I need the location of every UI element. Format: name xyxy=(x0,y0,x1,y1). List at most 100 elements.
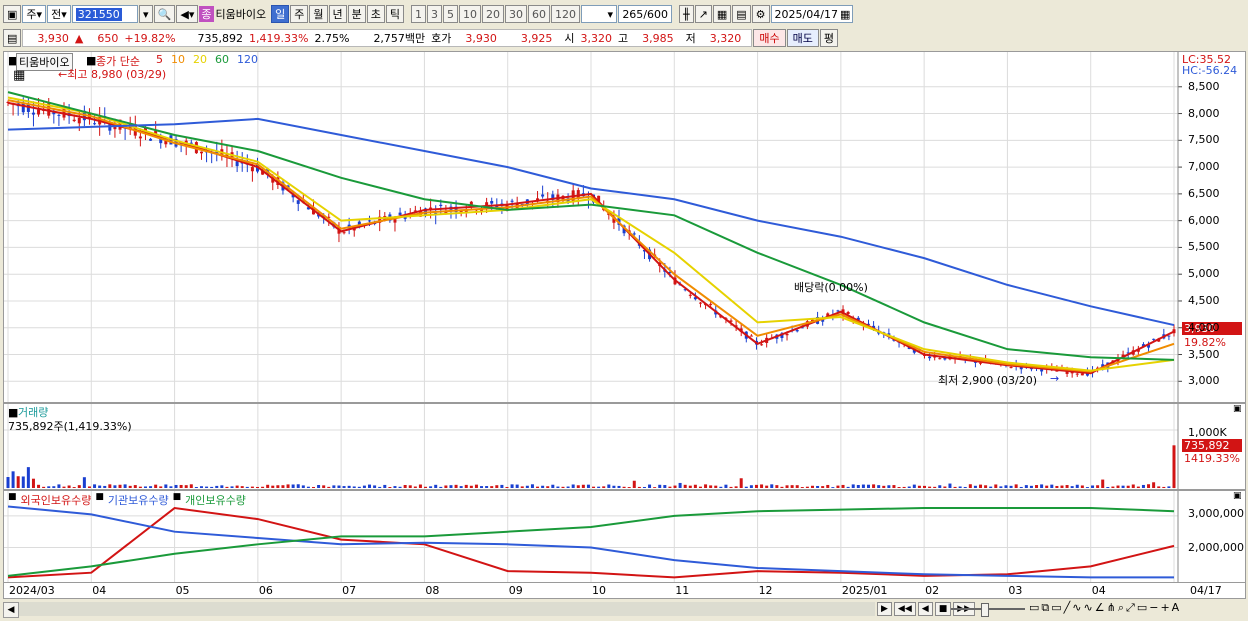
candle-body xyxy=(37,109,41,115)
search-icon[interactable]: ⌕ xyxy=(1118,601,1124,615)
scroll-left-icon[interactable]: ◀ xyxy=(3,602,19,618)
wave-icon[interactable]: ∿ xyxy=(1084,601,1093,615)
speaker-icon[interactable]: ◀▾ xyxy=(176,5,199,23)
volume-bar xyxy=(958,486,962,488)
zigzag-icon[interactable]: ∿ xyxy=(1072,601,1081,615)
window-icon[interactable]: ▣ xyxy=(3,5,22,23)
change-pct: +19.82% xyxy=(124,31,176,45)
tab-timeframe-0[interactable]: 일 xyxy=(271,5,290,23)
chevron-down-icon: ▾ xyxy=(61,7,67,21)
table-icon[interactable]: ▦ xyxy=(13,68,25,83)
price-tick-label: 5,500 xyxy=(1188,240,1220,254)
search-icon[interactable]: 🔍 xyxy=(153,5,176,23)
tab-timeframe-6[interactable]: 틱 xyxy=(385,5,405,23)
zoom-in-icon[interactable]: + xyxy=(1160,601,1169,615)
volume-bar xyxy=(785,485,789,488)
volume-bar xyxy=(337,485,341,488)
volume-bar xyxy=(546,486,550,488)
zoom-out-icon[interactable]: − xyxy=(1149,601,1158,615)
volume-bar xyxy=(836,485,840,488)
candle-body xyxy=(1075,373,1079,375)
volume-bar xyxy=(928,486,932,488)
date-axis-label: 07 xyxy=(342,584,357,597)
volume-bar xyxy=(1035,485,1039,488)
volume-bar xyxy=(760,484,764,488)
save-icon[interactable]: ▤ xyxy=(732,5,751,23)
volume-bar xyxy=(734,486,738,488)
period-select[interactable]: 주 ▾ xyxy=(22,5,47,23)
chart-scroll-bar: ◀ ▶ ◀◀ ◀ ■ ▶▶ ▭ ⧉ ▭ ╱ ∿ ∿ ∠ ⋔ ⌕ ⤢ ▭ − + … xyxy=(3,600,1246,618)
volume-bar xyxy=(1040,484,1044,488)
interval-7[interactable]: 120 xyxy=(551,5,581,23)
volume-bar xyxy=(194,486,198,488)
volume-bar xyxy=(536,486,540,488)
date-axis-label: 04 xyxy=(1091,584,1106,597)
text-icon[interactable]: A xyxy=(1172,601,1180,615)
tab-timeframe-4[interactable]: 분 xyxy=(347,5,366,23)
line-icon[interactable]: ╱ xyxy=(1064,601,1071,615)
layout-icon[interactable]: ▭ xyxy=(1029,601,1039,615)
close-icon[interactable]: ▣ xyxy=(1233,404,1242,414)
volume-bar xyxy=(235,485,239,488)
tab-timeframe-3[interactable]: 년 xyxy=(328,5,347,23)
eval-button[interactable]: 평 xyxy=(819,29,839,47)
interval-5[interactable]: 30 xyxy=(505,5,528,23)
volume-pane[interactable]: ■ 거래량 735,892주(1,419.33%) 1,000K 735,892… xyxy=(3,403,1246,490)
change: 650 xyxy=(97,31,119,45)
tab-timeframe-1[interactable]: 주 xyxy=(290,5,309,23)
volume-bar xyxy=(291,484,295,488)
rewind-icon[interactable]: ◀◀ xyxy=(893,602,916,616)
volume-bar xyxy=(93,484,97,488)
copy-icon[interactable]: ⧉ xyxy=(1041,601,1049,615)
scroll-track[interactable] xyxy=(19,602,875,616)
interval-4[interactable]: 20 xyxy=(482,5,505,23)
scroll-right-icon[interactable]: ▶ xyxy=(877,602,892,616)
volume-bar-last xyxy=(1172,445,1176,488)
volume-bar xyxy=(1126,485,1130,488)
tab-timeframe-2[interactable]: 월 xyxy=(309,5,328,23)
gear-icon[interactable]: ⚙ xyxy=(751,5,770,23)
volume-bar xyxy=(887,485,891,488)
draw-icon[interactable]: ↗ xyxy=(694,5,712,23)
interval-6[interactable]: 60 xyxy=(528,5,551,23)
window-icon[interactable]: ▭ xyxy=(1051,601,1061,615)
interval-3[interactable]: 10 xyxy=(459,5,482,23)
volume-bar xyxy=(1116,485,1120,488)
volume-bar xyxy=(872,484,876,488)
sell-button[interactable]: 매도 xyxy=(786,29,819,47)
interval-0[interactable]: 1 xyxy=(411,5,427,23)
zoom-slider-thumb[interactable] xyxy=(981,603,989,617)
count-field[interactable]: 265/600 xyxy=(618,5,673,23)
close-icon[interactable]: ▣ xyxy=(1233,491,1242,501)
grid-icon[interactable]: ▦ xyxy=(712,5,732,23)
calendar-icon: ▦ xyxy=(839,7,851,21)
volume-bar xyxy=(607,484,611,488)
volume-bar xyxy=(296,484,300,488)
date-axis-label: 10 xyxy=(592,584,606,597)
tab-timeframe-5[interactable]: 초 xyxy=(366,5,385,23)
quote-toggle-icon[interactable]: ▤ xyxy=(3,29,22,47)
interval-select[interactable]: ▾ xyxy=(581,5,618,23)
all-select[interactable]: 전 ▾ xyxy=(47,5,71,23)
interval-1[interactable]: 3 xyxy=(427,5,443,23)
candle-body xyxy=(93,123,97,125)
price-pane[interactable]: ■ 티움바이오 ■ 종가 단순 5 10 20 60 120 ▦ ←최고 8,980 (… xyxy=(3,51,1246,403)
volume-bar xyxy=(1029,485,1033,488)
candle-icon[interactable]: ╫ xyxy=(679,5,694,23)
buy-button[interactable]: 매수 xyxy=(753,29,786,47)
volume-bar xyxy=(597,486,601,488)
fork-icon[interactable]: ⋔ xyxy=(1107,601,1116,615)
interval-2[interactable]: 5 xyxy=(443,5,459,23)
stop-icon[interactable]: ■ xyxy=(934,602,952,616)
resize-icon[interactable]: ⤢ xyxy=(1126,601,1135,615)
volume-bar xyxy=(312,486,316,488)
investor-pane[interactable]: ■ 외국인보유수량 ■ 기관보유수량 ■ 개인보유수량 3,000,000 2,000,0… xyxy=(3,490,1246,583)
volume-bar xyxy=(347,485,351,488)
date-field[interactable]: 2025/04/17 ▦ xyxy=(770,5,853,23)
code-dropdown-icon[interactable]: ▾ xyxy=(138,5,153,23)
angle-icon[interactable]: ∠ xyxy=(1095,601,1105,615)
candle-body xyxy=(199,151,203,154)
code-input[interactable]: 321550 xyxy=(71,5,138,23)
prev-icon[interactable]: ◀ xyxy=(917,602,933,616)
panel-icon[interactable]: ▭ xyxy=(1137,601,1147,615)
